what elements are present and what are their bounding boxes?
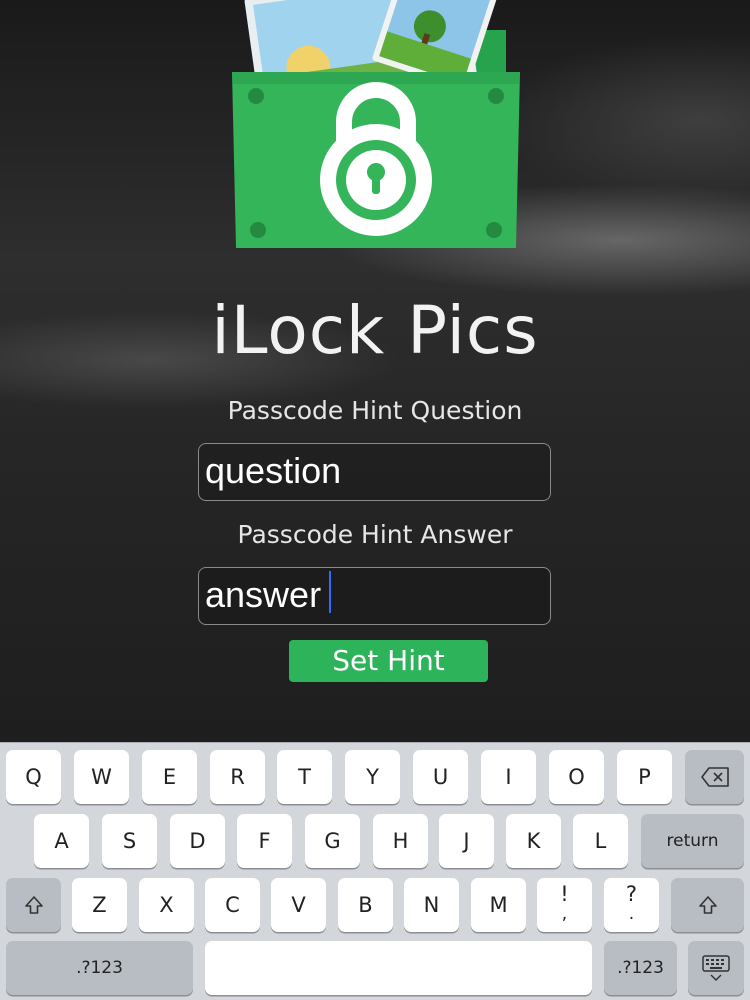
- key-exclaim-comma[interactable]: ! ,: [537, 878, 592, 932]
- key-g[interactable]: G: [305, 814, 360, 868]
- key-y[interactable]: Y: [345, 750, 400, 804]
- key-r[interactable]: R: [210, 750, 265, 804]
- hint-answer-label: Passcode Hint Answer: [237, 520, 513, 549]
- dismiss-keyboard-key[interactable]: [688, 941, 744, 995]
- app-title: iLock Pics: [211, 292, 539, 369]
- key-i[interactable]: I: [481, 750, 536, 804]
- key-j[interactable]: J: [439, 814, 494, 868]
- backspace-key[interactable]: [685, 750, 744, 804]
- key-c[interactable]: C: [205, 878, 260, 932]
- key-d[interactable]: D: [170, 814, 225, 868]
- key-m[interactable]: M: [471, 878, 526, 932]
- key-t[interactable]: T: [277, 750, 332, 804]
- key-o[interactable]: O: [549, 750, 604, 804]
- space-key[interactable]: [205, 941, 592, 995]
- key-f[interactable]: F: [237, 814, 292, 868]
- return-key[interactable]: return: [641, 814, 744, 868]
- key-e[interactable]: E: [142, 750, 197, 804]
- key-p[interactable]: P: [617, 750, 672, 804]
- onscreen-keyboard: Q W E R T Y U I O P A S D F G H J K L re…: [0, 742, 750, 1000]
- question-char: ?: [625, 882, 638, 906]
- exclaim-char: !: [560, 882, 569, 906]
- key-a[interactable]: A: [34, 814, 89, 868]
- key-b[interactable]: B: [338, 878, 393, 932]
- backspace-icon: [700, 767, 729, 787]
- text-cursor: [329, 571, 331, 613]
- key-u[interactable]: U: [413, 750, 468, 804]
- key-q[interactable]: Q: [6, 750, 61, 804]
- key-k[interactable]: K: [506, 814, 561, 868]
- shift-key-right[interactable]: [671, 878, 744, 932]
- app-logo-icon: [232, 0, 520, 248]
- key-h[interactable]: H: [373, 814, 428, 868]
- shift-key-left[interactable]: [6, 878, 61, 932]
- shift-icon: [698, 896, 717, 914]
- key-z[interactable]: Z: [72, 878, 127, 932]
- key-l[interactable]: L: [573, 814, 628, 868]
- hint-answer-input[interactable]: answer: [198, 567, 551, 625]
- period-char: .: [628, 904, 635, 924]
- comma-char: ,: [561, 904, 568, 924]
- key-x[interactable]: X: [139, 878, 194, 932]
- keyboard-dismiss-icon: [702, 955, 730, 982]
- set-hint-button[interactable]: Set Hint: [289, 640, 488, 682]
- hint-question-input[interactable]: question: [198, 443, 551, 501]
- numbers-key-right[interactable]: .?123: [604, 941, 677, 995]
- numbers-key-left[interactable]: .?123: [6, 941, 193, 995]
- hint-question-label: Passcode Hint Question: [227, 396, 523, 425]
- shift-icon: [24, 896, 43, 914]
- key-w[interactable]: W: [74, 750, 129, 804]
- key-question-period[interactable]: ? .: [604, 878, 659, 932]
- key-v[interactable]: V: [271, 878, 326, 932]
- key-s[interactable]: S: [102, 814, 157, 868]
- key-n[interactable]: N: [404, 878, 459, 932]
